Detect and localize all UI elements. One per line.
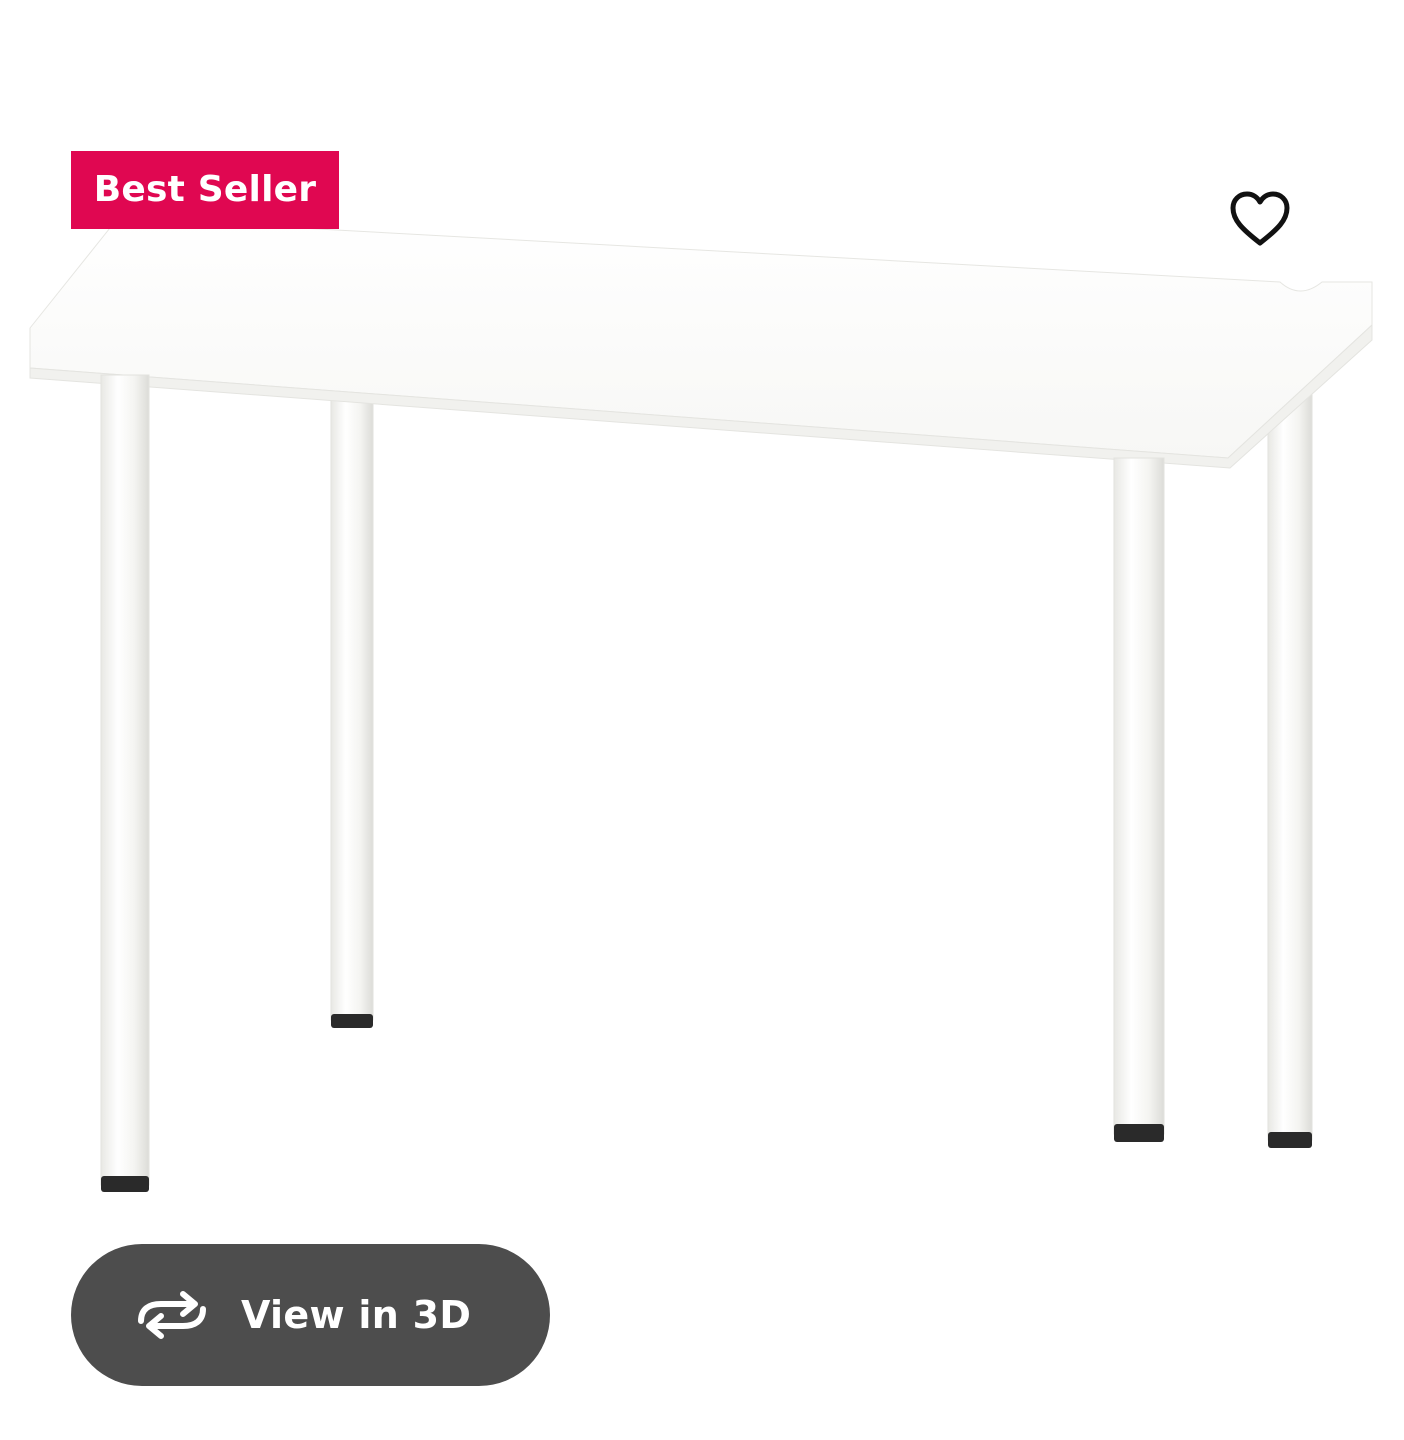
back-left-leg [330, 387, 374, 1028]
back-right-leg [1267, 374, 1313, 1148]
favorite-button[interactable] [1226, 186, 1294, 252]
rotate-icon [135, 1290, 209, 1340]
best-seller-badge: Best Seller [71, 151, 339, 229]
front-left-leg [100, 374, 150, 1192]
table-top [29, 217, 1373, 469]
heart-icon [1230, 191, 1290, 246]
view-in-3d-button[interactable]: View in 3D [71, 1244, 550, 1386]
view-in-3d-label: View in 3D [241, 1293, 472, 1337]
front-right-leg [1113, 457, 1165, 1142]
